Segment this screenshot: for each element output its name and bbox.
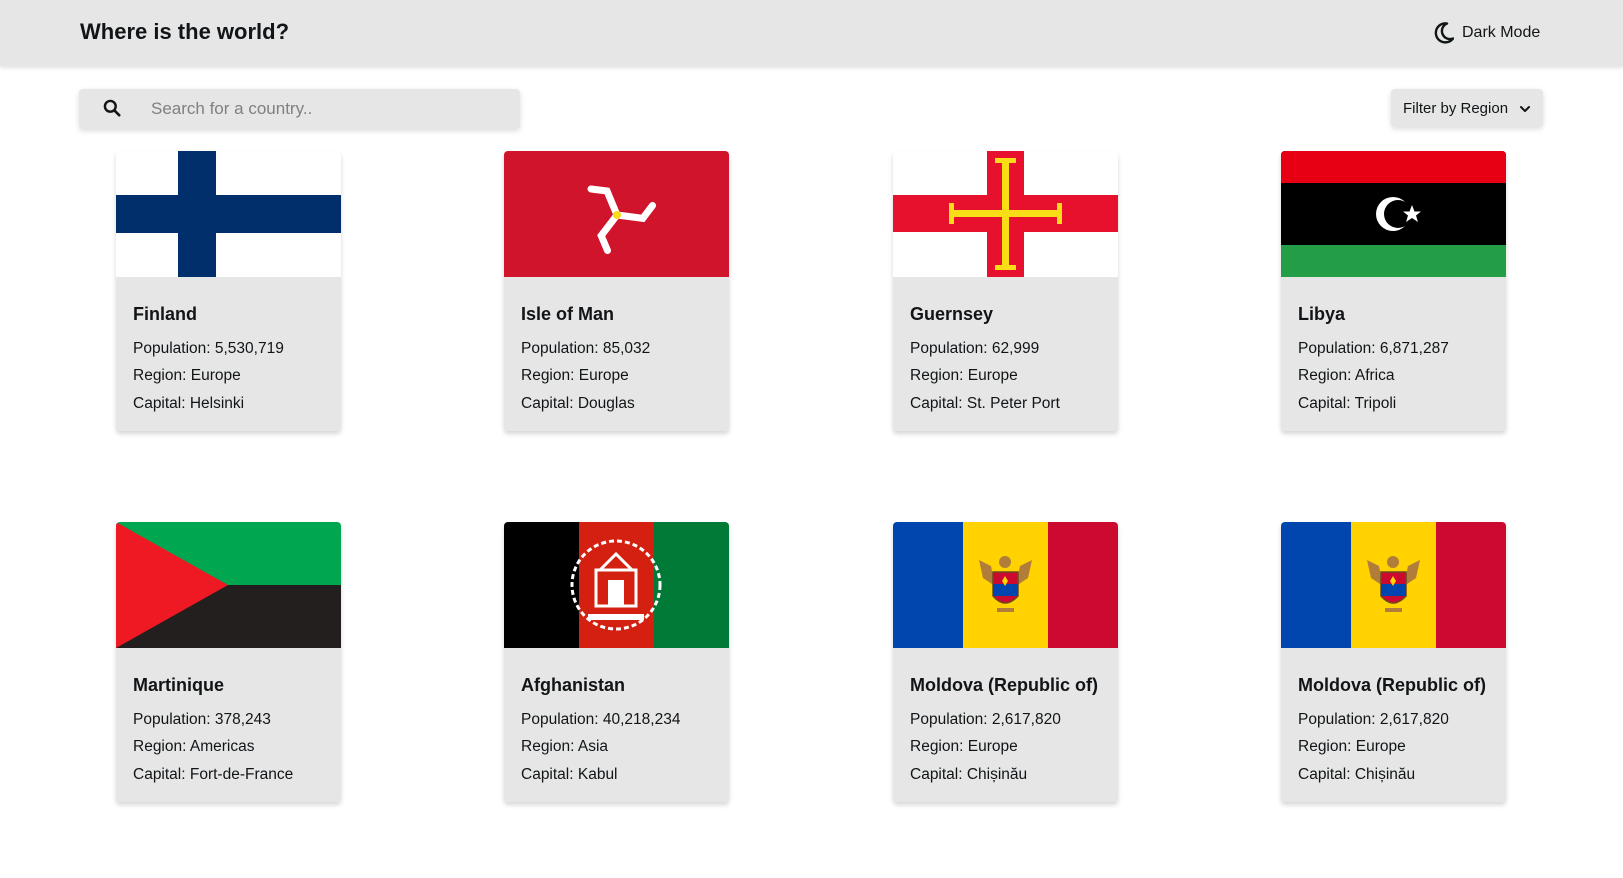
country-population: Population: 6,871,287 — [1298, 340, 1449, 357]
libya-flag-icon — [1281, 151, 1506, 277]
country-name: Moldova (Republic of) — [910, 675, 1098, 695]
martinique-flag-icon — [116, 522, 341, 648]
moldova-flag-icon — [1281, 522, 1506, 648]
isle-of-man-flag-icon — [504, 151, 729, 277]
country-name: Martinique — [133, 675, 225, 695]
country-population: Population: 62,999 — [910, 340, 1040, 357]
country-name: Isle of Man — [521, 304, 615, 324]
app-title: Where is the world? — [80, 19, 290, 44]
country-name: Afghanistan — [521, 675, 626, 695]
dark-mode-toggle[interactable]: Dark Mode — [1434, 20, 1540, 46]
country-card-afghanistan[interactable]: Afghanistan Population: 40,218,234 Regio… — [504, 522, 729, 802]
country-region: Region: Africa — [1298, 367, 1395, 384]
search-input[interactable] — [151, 89, 511, 129]
country-region: Region: Europe — [133, 367, 241, 384]
country-card-finland[interactable]: Finland Population: 5,530,719 Region: Eu… — [116, 151, 341, 431]
afghanistan-flag-icon — [504, 522, 729, 648]
country-region: Region: Asia — [521, 738, 609, 755]
country-capital: Capital: Chișinău — [1298, 766, 1416, 783]
country-region: Region: Europe — [910, 367, 1018, 384]
country-region: Region: Europe — [1298, 738, 1406, 755]
dark-mode-label: Dark Mode — [1462, 24, 1541, 41]
country-capital: Capital: Douglas — [521, 395, 635, 412]
country-population: Population: 2,617,820 — [1298, 711, 1449, 728]
country-name: Guernsey — [910, 304, 994, 324]
country-region: Region: Europe — [521, 367, 629, 384]
search-box[interactable] — [79, 89, 520, 129]
country-name: Libya — [1298, 304, 1346, 324]
country-population: Population: 2,617,820 — [910, 711, 1061, 728]
country-population: Population: 378,243 — [133, 711, 271, 728]
header-bar: Where is the world? Dark Mode — [0, 0, 1623, 66]
country-card-guernsey[interactable]: Guernsey Population: 62,999 Region: Euro… — [893, 151, 1118, 431]
moon-icon — [1434, 22, 1454, 44]
search-icon — [103, 99, 121, 122]
region-filter-dropdown[interactable]: Filter by Region — [1391, 89, 1543, 127]
country-capital: Capital: St. Peter Port — [910, 395, 1060, 412]
country-region: Region: Americas — [133, 738, 255, 755]
country-capital: Capital: Kabul — [521, 766, 618, 783]
finland-flag-icon — [116, 151, 341, 277]
country-card-isle-of-man[interactable]: Isle of Man Population: 85,032 Region: E… — [504, 151, 729, 431]
country-capital: Capital: Chișinău — [910, 766, 1028, 783]
country-population: Population: 85,032 — [521, 340, 651, 357]
country-name: Finland — [133, 304, 197, 324]
region-filter-label: Filter by Region — [1403, 99, 1509, 117]
country-capital: Capital: Tripoli — [1298, 395, 1397, 412]
guernsey-flag-icon — [893, 151, 1118, 277]
country-capital: Capital: Helsinki — [133, 395, 245, 412]
country-region: Region: Europe — [910, 738, 1018, 755]
country-card-moldova[interactable]: Moldova (Republic of) Population: 2,617,… — [893, 522, 1118, 802]
chevron-down-icon — [1519, 100, 1531, 117]
country-population: Population: 40,218,234 — [521, 711, 681, 728]
country-card-moldova[interactable]: Moldova (Republic of) Population: 2,617,… — [1281, 522, 1506, 802]
country-card-martinique[interactable]: Martinique Population: 378,243 Region: A… — [116, 522, 341, 802]
country-card-libya[interactable]: Libya Population: 6,871,287 Region: Afri… — [1281, 151, 1506, 431]
moldova-flag-icon — [893, 522, 1118, 648]
country-population: Population: 5,530,719 — [133, 340, 284, 357]
country-capital: Capital: Fort-de-France — [133, 766, 294, 783]
country-name: Moldova (Republic of) — [1298, 675, 1486, 695]
